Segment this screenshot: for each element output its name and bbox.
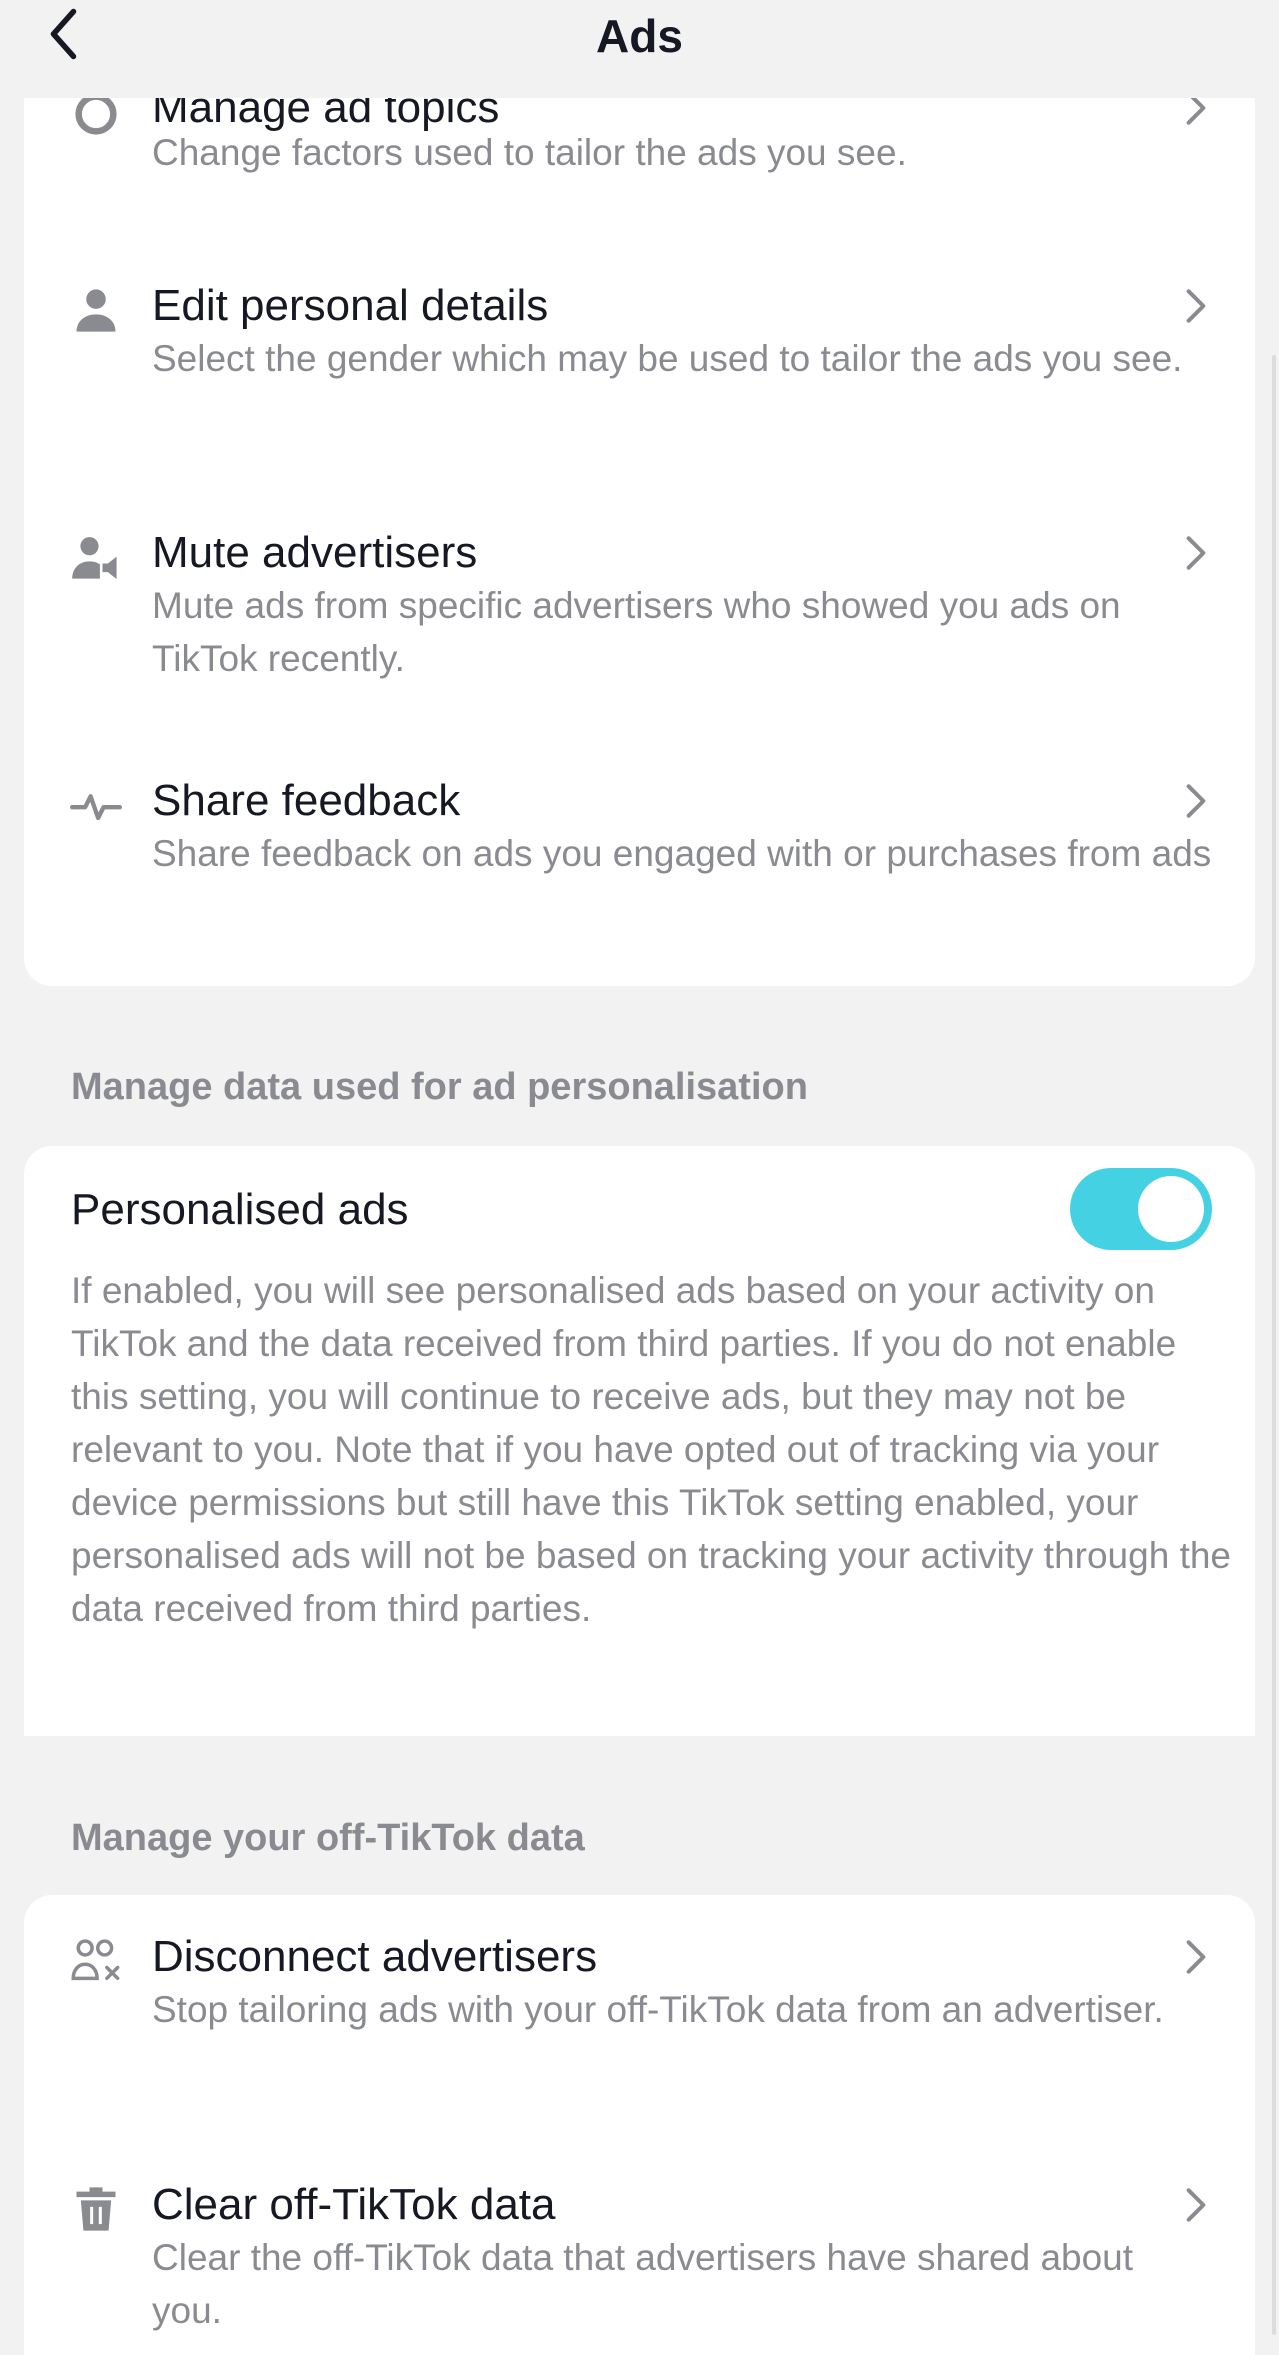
row-description: Clear the off-TikTok data that advertise… <box>152 2237 1134 2331</box>
row-title: Disconnect advertisers <box>152 1932 598 1981</box>
mute-advertisers-row[interactable]: Mute advertisers Mute ads from specific … <box>24 527 1255 697</box>
row-title: Share feedback <box>152 776 461 825</box>
chevron-right-icon <box>1174 284 1218 328</box>
disconnect-advertisers-row[interactable]: Disconnect advertisers Stop tailoring ad… <box>24 1931 1255 2101</box>
disconnect-users-icon <box>70 1935 122 1987</box>
nav-header: Ads <box>0 0 1279 98</box>
row-description: Mute ads from specific advertisers who s… <box>152 585 1121 679</box>
scrollbar[interactable] <box>1272 355 1276 2335</box>
ad-settings-card: Manage ad topics Change factors used to … <box>24 0 1255 986</box>
clear-off-tiktok-data-row[interactable]: Clear off-TikTok data Clear the off-TikT… <box>24 2179 1255 2349</box>
personalised-ads-toggle[interactable] <box>1070 1168 1212 1250</box>
chevron-right-icon <box>1174 1935 1218 1979</box>
row-description: Select the gender which may be used to t… <box>152 338 1183 379</box>
row-title: Edit personal details <box>152 281 549 330</box>
trash-icon <box>70 2183 122 2235</box>
toggle-knob <box>1138 1176 1204 1242</box>
chevron-right-icon <box>1174 779 1218 823</box>
edit-personal-details-row[interactable]: Edit personal details Select the gender … <box>24 280 1255 450</box>
chevron-right-icon <box>1174 2183 1218 2227</box>
chevron-right-icon <box>1174 531 1218 575</box>
row-title: Mute advertisers <box>152 528 478 577</box>
section-label-off-tiktok-data: Manage your off-TikTok data <box>71 1817 585 1859</box>
person-icon <box>70 284 122 336</box>
row-title: Clear off-TikTok data <box>152 2180 556 2229</box>
row-description: Change factors used to tailor the ads yo… <box>152 132 907 173</box>
off-tiktok-card: Disconnect advertisers Stop tailoring ad… <box>24 1895 1255 2355</box>
personalised-ads-description: If enabled, you will see personalised ad… <box>71 1270 1232 1629</box>
pulse-icon <box>70 779 122 831</box>
personalised-ads-card: Personalised ads If enabled, you will se… <box>24 1146 1255 1736</box>
mute-advertiser-icon <box>70 531 122 583</box>
share-feedback-row[interactable]: Share feedback Share feedback on ads you… <box>24 775 1255 945</box>
row-description: Stop tailoring ads with your off-TikTok … <box>152 1989 1164 2030</box>
page-title: Ads <box>596 10 683 62</box>
section-label-ad-personalisation: Manage data used for ad personalisation <box>71 1066 808 1108</box>
row-description: Share feedback on ads you engaged with o… <box>152 833 1212 874</box>
personalised-ads-title: Personalised ads <box>71 1185 409 1234</box>
